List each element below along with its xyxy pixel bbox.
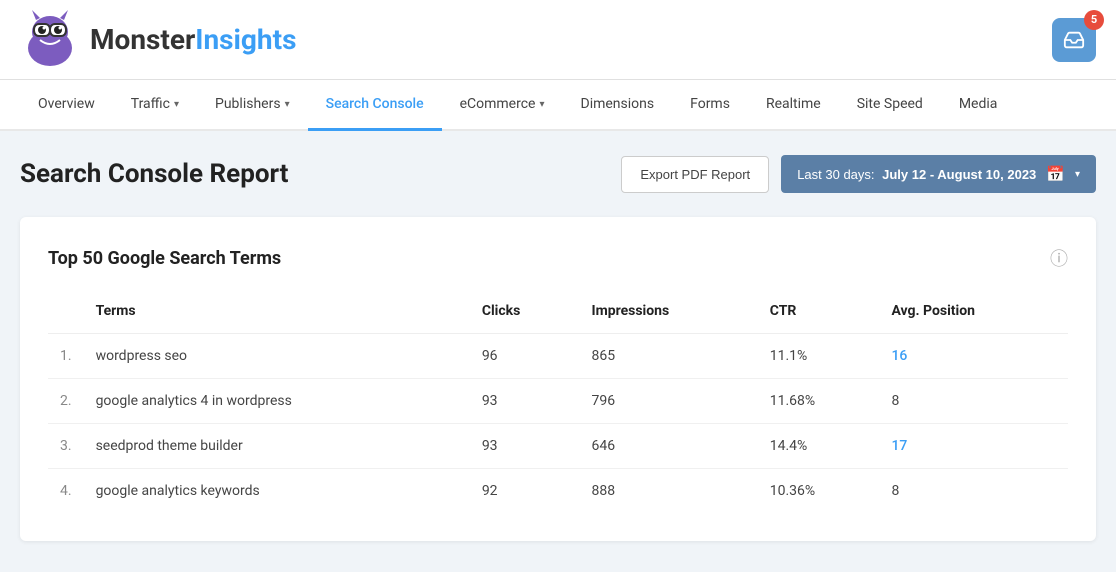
table-row: 3.seedprod theme builder9364614.4%17 <box>48 424 1068 469</box>
cell-term: seedprod theme builder <box>84 424 470 469</box>
nav-item-publishers[interactable]: Publishers ▾ <box>197 80 308 131</box>
cell-term: wordpress seo <box>84 334 470 379</box>
report-header: Search Console Report Export PDF Report … <box>20 155 1096 193</box>
nav-item-site-speed[interactable]: Site Speed <box>839 80 941 131</box>
nav-item-ecommerce[interactable]: eCommerce ▾ <box>442 80 563 131</box>
col-ctr: CTR <box>758 295 880 334</box>
cell-term: google analytics keywords <box>84 469 470 514</box>
export-pdf-button[interactable]: Export PDF Report <box>621 156 769 193</box>
cell-ctr: 11.68% <box>758 379 880 424</box>
cell-rank: 4. <box>48 469 84 514</box>
cell-clicks: 96 <box>470 334 580 379</box>
cell-impressions: 888 <box>579 469 757 514</box>
notification-badge: 5 <box>1084 10 1104 30</box>
info-icon[interactable]: ⓘ <box>1050 245 1068 271</box>
header-right: 5 <box>1052 18 1096 62</box>
report-title: Search Console Report <box>20 159 288 189</box>
main-content: Search Console Report Export PDF Report … <box>0 131 1116 565</box>
nav-item-search-console[interactable]: Search Console <box>308 80 442 131</box>
cell-impressions: 865 <box>579 334 757 379</box>
col-terms: Terms <box>84 295 470 334</box>
publishers-chevron-icon: ▾ <box>285 99 290 110</box>
nav-item-overview[interactable]: Overview <box>20 80 113 131</box>
report-actions: Export PDF Report Last 30 days: July 12 … <box>621 155 1096 193</box>
col-avg-position: Avg. Position <box>879 295 1068 334</box>
cell-ctr: 10.36% <box>758 469 880 514</box>
header: MonsterInsights 5 <box>0 0 1116 80</box>
cell-impressions: 796 <box>579 379 757 424</box>
col-rank <box>48 295 84 334</box>
cell-clicks: 93 <box>470 424 580 469</box>
date-range-label: Last 30 days: July 12 - August 10, 2023 <box>797 167 1036 182</box>
table-row: 1.wordpress seo9686511.1%16 <box>48 334 1068 379</box>
cell-avg-position: 17 <box>879 424 1068 469</box>
ecommerce-chevron-icon: ▾ <box>539 99 544 110</box>
cell-clicks: 93 <box>470 379 580 424</box>
traffic-chevron-icon: ▾ <box>174 99 179 110</box>
cell-rank: 2. <box>48 379 84 424</box>
table-row: 4.google analytics keywords9288810.36%8 <box>48 469 1068 514</box>
logo-icon <box>20 10 80 70</box>
cell-clicks: 92 <box>470 469 580 514</box>
search-terms-table: Terms Clicks Impressions CTR Avg. Positi… <box>48 295 1068 513</box>
table-header-row: Terms Clicks Impressions CTR Avg. Positi… <box>48 295 1068 334</box>
col-clicks: Clicks <box>470 295 580 334</box>
table-row: 2.google analytics 4 in wordpress9379611… <box>48 379 1068 424</box>
logo-text: MonsterInsights <box>90 23 296 56</box>
main-nav: Overview Traffic ▾ Publishers ▾ Search C… <box>0 80 1116 131</box>
date-range-button[interactable]: Last 30 days: July 12 - August 10, 2023 … <box>781 155 1096 193</box>
card-header: Top 50 Google Search Terms ⓘ <box>48 245 1068 271</box>
nav-item-dimensions[interactable]: Dimensions <box>563 80 673 131</box>
cell-ctr: 11.1% <box>758 334 880 379</box>
cell-avg-position: 16 <box>879 334 1068 379</box>
logo-area: MonsterInsights <box>20 10 296 70</box>
card-title: Top 50 Google Search Terms <box>48 248 281 269</box>
nav-item-realtime[interactable]: Realtime <box>748 80 839 131</box>
col-impressions: Impressions <box>579 295 757 334</box>
search-terms-card: Top 50 Google Search Terms ⓘ Terms Click… <box>20 217 1096 541</box>
cell-avg-position: 8 <box>879 379 1068 424</box>
cell-rank: 3. <box>48 424 84 469</box>
inbox-icon <box>1063 29 1085 51</box>
cell-avg-position: 8 <box>879 469 1068 514</box>
calendar-icon: 📅 <box>1046 165 1065 183</box>
nav-item-traffic[interactable]: Traffic ▾ <box>113 80 197 131</box>
cell-impressions: 646 <box>579 424 757 469</box>
nav-item-forms[interactable]: Forms <box>672 80 748 131</box>
cell-term: google analytics 4 in wordpress <box>84 379 470 424</box>
cell-rank: 1. <box>48 334 84 379</box>
nav-item-media[interactable]: Media <box>941 80 1016 131</box>
cell-ctr: 14.4% <box>758 424 880 469</box>
date-chevron-icon: ▾ <box>1075 169 1080 180</box>
